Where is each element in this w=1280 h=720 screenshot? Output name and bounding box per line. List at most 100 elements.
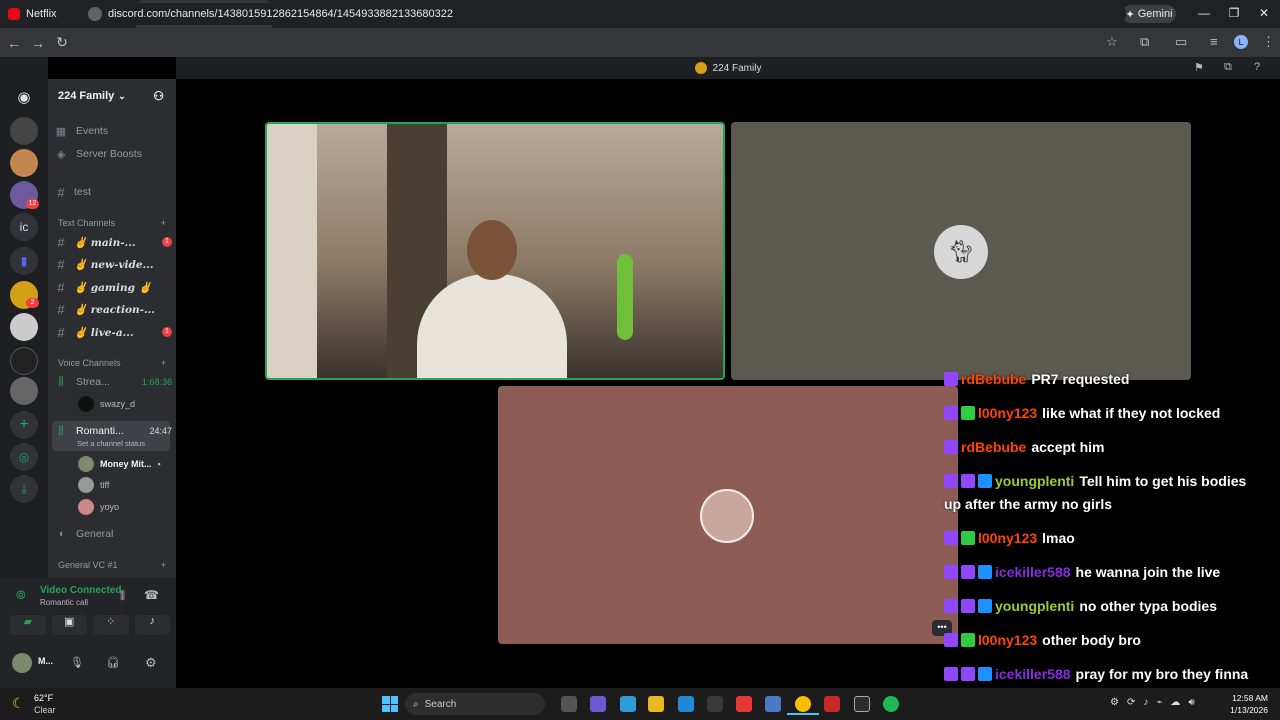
voice-channel-romantic[interactable]: ⫼ Romanti... 24:47 [52, 421, 172, 441]
cast-icon[interactable]: ▭ [1175, 34, 1187, 50]
hash-icon: # [57, 234, 65, 250]
user-avatar[interactable] [12, 653, 32, 673]
system-tray-icons[interactable]: ⚙⟳♪⌁☁🔊︎ [1110, 697, 1203, 708]
site-info-icon[interactable] [88, 7, 102, 21]
windows-start-icon[interactable] [382, 696, 398, 712]
chat-username[interactable]: youngplenti [995, 598, 1074, 614]
minimize-icon[interactable]: — [1196, 6, 1212, 20]
file-explorer-icon[interactable] [648, 696, 664, 712]
spotify-icon[interactable] [883, 696, 899, 712]
server-icon[interactable] [10, 117, 38, 145]
download-icon[interactable]: ⤓ [10, 475, 38, 503]
invite-icon[interactable]: ⚇ [153, 89, 164, 103]
screen-share-button[interactable]: ▣ [51, 615, 87, 635]
microphone-icon[interactable]: 🎙︎ [70, 656, 84, 669]
channel-test[interactable]: # test [52, 182, 172, 202]
soundboard-button[interactable]: ♪ [134, 615, 170, 635]
gemini-button[interactable]: ✦ Gemini [1122, 5, 1176, 23]
chat-username[interactable]: l00ny123 [978, 530, 1037, 546]
forward-icon[interactable]: → [26, 35, 50, 51]
text-channel-item[interactable]: # ✌ new-vide... [52, 255, 172, 275]
task-view-icon[interactable] [561, 696, 577, 712]
back-icon[interactable]: ← [2, 35, 26, 51]
server-header[interactable]: 224 Family ⌄ ⚇ [48, 79, 176, 113]
video-tile-avatar-2[interactable] [498, 386, 958, 644]
chat-username[interactable]: icekiller588 [995, 666, 1071, 682]
voice-channel-general[interactable]: ◖ General [52, 524, 172, 544]
text-channels-category[interactable]: Text Channels + [58, 218, 166, 228]
disconnect-icon[interactable]: ☎ [144, 588, 159, 602]
text-channel-item[interactable]: # ✌ reaction-... [52, 300, 172, 320]
channel-status[interactable]: Set a channel status [77, 439, 145, 448]
server-icon[interactable] [10, 149, 38, 177]
close-window-icon[interactable]: ✕ [1256, 6, 1272, 20]
taskbar-search[interactable]: ⌕ Search [405, 693, 545, 715]
chat-username[interactable]: l00ny123 [978, 632, 1037, 648]
boosts-item[interactable]: ◈ Server Boosts [52, 144, 172, 164]
voice-channels-category[interactable]: Voice Channels + [58, 358, 166, 368]
popout-icon[interactable]: ⧉ [1224, 61, 1232, 74]
add-channel-icon[interactable]: + [161, 358, 166, 368]
video-connected-label[interactable]: Video Connected [40, 585, 122, 596]
chat-username[interactable]: icekiller588 [995, 564, 1071, 580]
voice-user[interactable]: yoyo [78, 498, 119, 516]
server-icon[interactable]: ic [10, 213, 38, 241]
voice-user[interactable]: tiff [78, 476, 109, 494]
url-input[interactable]: discord.com/channels/1438015912862154864… [82, 3, 1126, 25]
add-channel-icon[interactable]: + [161, 218, 166, 228]
app-icon[interactable] [736, 696, 752, 712]
extensions-icon[interactable]: ⧉ [1140, 34, 1149, 50]
chat-username[interactable]: rdBebube [961, 439, 1026, 455]
weather-temp[interactable]: 62°F [34, 693, 53, 703]
settings-gear-icon[interactable]: ⚙ [145, 655, 157, 671]
voice-channel-stream[interactable]: ⫼ Strea... 1:68:36 [52, 372, 172, 392]
app-icon[interactable] [824, 696, 840, 712]
video-tile-avatar[interactable]: 🐈︎ [731, 122, 1191, 380]
add-server-icon[interactable]: + [10, 411, 38, 439]
server-icon[interactable] [10, 377, 38, 405]
activities-button[interactable]: ⁘ [93, 615, 129, 635]
video-tile-camera[interactable] [265, 122, 725, 380]
noise-icon[interactable]: ⫼ [120, 590, 125, 603]
reload-icon[interactable]: ↻ [50, 34, 74, 51]
help-icon[interactable]: ? [1254, 61, 1260, 73]
add-channel-icon[interactable]: + [161, 560, 166, 570]
mail-icon[interactable] [765, 696, 781, 712]
profile-avatar[interactable]: L [1234, 35, 1248, 49]
headphones-icon[interactable]: 🎧︎ [106, 656, 120, 669]
star-icon[interactable]: ☆ [1106, 34, 1118, 50]
edge-icon[interactable] [620, 696, 636, 712]
server-icon[interactable] [10, 313, 38, 341]
clock-date[interactable]: 1/13/2026 [1222, 705, 1268, 715]
explore-icon[interactable]: ◎ [10, 443, 38, 471]
clock-time[interactable]: 12:58 AM [1230, 693, 1268, 703]
camera-button[interactable]: ▰ [10, 615, 46, 635]
chat-username[interactable]: l00ny123 [978, 405, 1037, 421]
voice-user[interactable]: Money Mit... ▪ [78, 455, 161, 473]
store-icon[interactable] [707, 696, 723, 712]
edge-browser-icon[interactable] [678, 696, 694, 712]
voice-channel-name[interactable]: Romantic call [40, 598, 88, 607]
user-name[interactable]: M... [38, 656, 53, 666]
chat-badge-icon [961, 406, 975, 420]
flag-icon[interactable]: ⚑ [1194, 61, 1204, 74]
menu-icon[interactable]: ⋮ [1262, 34, 1275, 50]
copilot-icon[interactable] [590, 696, 606, 712]
text-channel-item[interactable]: # ✌ live-a... 1 [52, 322, 172, 342]
general-vc-category[interactable]: General VC #1 + [58, 560, 166, 570]
text-channel-item[interactable]: # ✌ main-... 1 [52, 232, 172, 252]
chrome-icon[interactable] [795, 696, 811, 712]
folder-icon[interactable]: ▮ [10, 247, 38, 275]
weather-desc[interactable]: Clear [34, 705, 56, 715]
restore-icon[interactable]: ❐ [1226, 6, 1242, 20]
app-icon[interactable] [854, 696, 870, 712]
media-icon[interactable]: ≡ [1210, 34, 1218, 49]
server-icon[interactable] [10, 347, 38, 375]
text-channel-item[interactable]: # ✌ gaming ✌ [52, 277, 172, 297]
chat-username[interactable]: youngplenti [995, 473, 1074, 489]
voice-user[interactable]: swazy_d⚐ [78, 395, 189, 413]
events-item[interactable]: ▦ Events [52, 121, 172, 141]
chat-username[interactable]: rdBebube [961, 371, 1026, 387]
discord-home-icon[interactable]: ◉ [10, 83, 38, 111]
hash-icon: # [57, 279, 65, 295]
